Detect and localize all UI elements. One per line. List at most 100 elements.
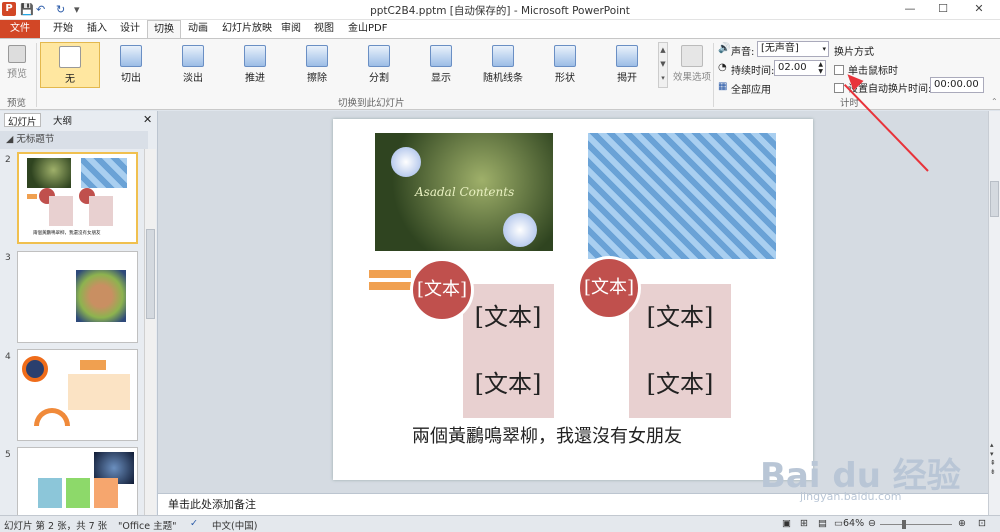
- text-placeholder[interactable]: [文本]: [630, 364, 730, 399]
- after-time-input[interactable]: 00:00.00: [930, 77, 984, 93]
- divider: [713, 43, 714, 107]
- collapse-ribbon-icon[interactable]: ⌃: [991, 97, 998, 106]
- sorter-view-icon[interactable]: ⊞: [800, 518, 808, 529]
- watermark-url: jingyan.baidu.com: [800, 490, 902, 503]
- slide-number: 5: [5, 450, 11, 460]
- transition-shape-button[interactable]: 形状: [537, 42, 593, 86]
- on-click-checkbox[interactable]: [834, 65, 844, 75]
- slideshow-view-icon[interactable]: ▭: [834, 518, 843, 529]
- minimize-icon[interactable]: —: [895, 2, 925, 18]
- tab-kingsoft-pdf[interactable]: 金山PDF: [342, 20, 393, 38]
- language[interactable]: 中文(中国): [212, 518, 257, 532]
- transition-random-bars-icon: [492, 45, 514, 67]
- tab-home[interactable]: 开始: [47, 20, 79, 38]
- gallery-scroll[interactable]: ▲ ▼ ▾: [658, 42, 668, 88]
- transition-none-icon: [59, 46, 81, 68]
- duration-value: 02.00: [778, 62, 807, 73]
- slides-pane: 幻灯片 大纲 ✕ ◢ 无标题节 2 兩個黃鸝鳴翠柳，我還沒有女朋友 3 4 5: [0, 111, 158, 515]
- text-placeholder[interactable]: [文本]: [630, 297, 730, 332]
- tab-view[interactable]: 视图: [308, 20, 340, 38]
- tab-review[interactable]: 审阅: [275, 20, 307, 38]
- transition-wipe-button[interactable]: 擦除: [289, 42, 345, 86]
- close-pane-icon[interactable]: ✕: [143, 113, 152, 126]
- transition-label: 显示: [431, 73, 451, 84]
- preview-icon: [8, 45, 26, 63]
- slide-scrollbar[interactable]: ▴ ▾ ⇞ ⇟: [988, 111, 1000, 515]
- section-header[interactable]: ◢ 无标题节: [0, 131, 148, 149]
- scroll-thumb[interactable]: [990, 181, 999, 217]
- slide-thumbnail-3[interactable]: [17, 251, 138, 343]
- snowflake-photo[interactable]: [588, 133, 776, 259]
- transition-random-bars-button[interactable]: 随机线条: [475, 42, 531, 86]
- effect-options-icon: [681, 45, 703, 67]
- transition-fade-button[interactable]: 淡出: [165, 42, 221, 86]
- maximize-icon[interactable]: ☐: [928, 2, 958, 18]
- transition-split-button[interactable]: 分割: [351, 42, 407, 86]
- pane-scroll-thumb[interactable]: [146, 229, 155, 319]
- effect-options-button[interactable]: 效果选项: [671, 42, 713, 86]
- text-placeholder[interactable]: [文本]: [458, 297, 558, 332]
- decor-bar: [369, 270, 411, 278]
- ribbon-tabs: 文件 开始 插入 设计 切换 动画 幻灯片放映 审阅 视图 金山PDF: [0, 20, 1000, 38]
- section-name: 无标题节: [16, 134, 55, 145]
- transition-push-button[interactable]: 推进: [227, 42, 283, 86]
- slide-thumbnail-2[interactable]: 兩個黃鸝鳴翠柳，我還沒有女朋友: [17, 152, 138, 244]
- transition-fade-icon: [182, 45, 204, 67]
- theme-name[interactable]: "Office 主题": [118, 518, 177, 532]
- thumb-curve-arrow: [34, 408, 70, 426]
- tab-insert[interactable]: 插入: [81, 20, 113, 38]
- normal-view-icon[interactable]: ▣: [782, 518, 791, 529]
- zoom-out-icon[interactable]: ⊖: [868, 518, 876, 529]
- transition-uncover-button[interactable]: 揭开: [599, 42, 655, 86]
- zoom-level[interactable]: 64%: [843, 518, 864, 529]
- current-slide[interactable]: Asadal Contents [文本] [文本] [文本] [文本] [文本]…: [333, 119, 813, 480]
- reading-view-icon[interactable]: ▤: [818, 518, 827, 529]
- scroll-arrows-icon[interactable]: ▴ ▾ ⇞ ⇟: [990, 441, 996, 477]
- transition-label: 随机线条: [483, 73, 523, 84]
- after-time-checkbox[interactable]: [834, 83, 844, 93]
- transition-none-button[interactable]: 无: [40, 42, 100, 88]
- tab-animations[interactable]: 动画: [182, 20, 214, 38]
- sound-icon: 🔊: [718, 43, 731, 54]
- on-click-option[interactable]: 单击鼠标时: [834, 62, 898, 77]
- tab-slides[interactable]: 幻灯片: [4, 113, 41, 128]
- circle-text-1[interactable]: [文本]: [410, 258, 474, 322]
- flower-icon: [503, 213, 537, 247]
- slide-thumbnail-4[interactable]: [17, 349, 138, 441]
- pane-scrollbar[interactable]: [144, 149, 156, 515]
- sound-dropdown[interactable]: [无声音] ▾: [757, 41, 829, 57]
- circle-text-2[interactable]: [文本]: [577, 256, 641, 320]
- tab-slideshow[interactable]: 幻灯片放映: [216, 20, 278, 38]
- zoom-slider[interactable]: [880, 524, 952, 525]
- tab-transitions[interactable]: 切换: [147, 20, 181, 38]
- zoom-slider-thumb[interactable]: [902, 520, 906, 529]
- flower-photo[interactable]: Asadal Contents: [375, 133, 553, 251]
- thumb-caption: 兩個黃鸝鳴翠柳，我還沒有女朋友: [33, 231, 101, 236]
- text-placeholder[interactable]: [文本]: [458, 364, 558, 399]
- thumb-image: [81, 158, 127, 188]
- tab-outline[interactable]: 大纲: [50, 113, 75, 127]
- apply-all-button[interactable]: 全部应用: [731, 81, 771, 96]
- divider: [36, 43, 37, 107]
- thumb-block: [66, 478, 90, 508]
- spellcheck-icon[interactable]: ✓: [190, 518, 198, 529]
- slide-number: 4: [5, 352, 11, 362]
- preview-button[interactable]: 预览: [0, 42, 34, 86]
- duration-input[interactable]: 02.00 ▲ ▼: [774, 60, 826, 76]
- slide-number: 3: [5, 253, 11, 263]
- decor-bar: [369, 282, 411, 290]
- slide-thumbnail-5[interactable]: [17, 447, 138, 515]
- thumb-bars: [27, 194, 37, 199]
- tab-file[interactable]: 文件: [0, 20, 40, 38]
- window-title: pptC2B4.pptm [自动保存的] - Microsoft PowerPo…: [370, 5, 630, 17]
- transition-reveal-button[interactable]: 显示: [413, 42, 469, 86]
- transition-label: 推进: [245, 73, 265, 84]
- transition-label: 无: [65, 74, 75, 85]
- transition-cut-button[interactable]: 切出: [103, 42, 159, 86]
- close-icon[interactable]: ✕: [964, 2, 994, 18]
- slide-caption[interactable]: 兩個黃鸝鳴翠柳，我還沒有女朋友: [412, 422, 682, 448]
- fit-slide-icon[interactable]: ⊡: [978, 518, 986, 529]
- tab-design[interactable]: 设计: [114, 20, 146, 38]
- photo-text: Asadal Contents: [415, 185, 515, 199]
- zoom-in-icon[interactable]: ⊕: [958, 518, 966, 529]
